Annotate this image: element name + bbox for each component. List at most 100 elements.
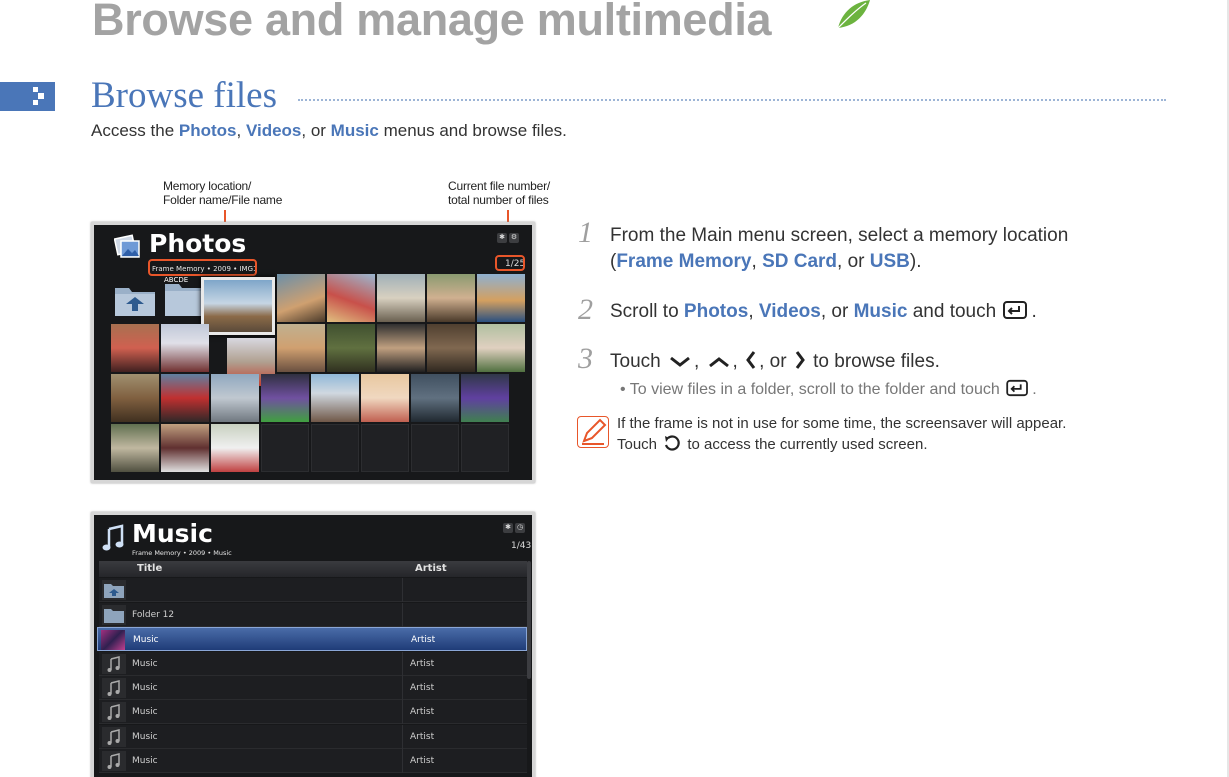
note-line1: If the frame is not in use for some time… <box>617 415 1067 432</box>
section-tab-marker <box>0 82 55 111</box>
settings-icon: ◷ <box>515 523 525 533</box>
step-3-number: 3 <box>578 342 593 375</box>
page-heading: Browse and manage multimedia <box>92 0 772 45</box>
chevron-right-icon <box>795 351 805 369</box>
callout-left-line1: Memory location/ <box>163 179 252 193</box>
callout-memory-location: Memory location/ Folder name/File name <box>163 179 282 207</box>
empty-thumb <box>311 424 359 472</box>
photo-thumb[interactable] <box>161 374 209 422</box>
intro-sep2: , or <box>301 121 331 140</box>
music-screen-title: Music <box>132 519 213 548</box>
photo-thumb[interactable] <box>261 374 309 422</box>
photo-thumb[interactable] <box>277 324 325 372</box>
step-2-music: Music <box>853 301 908 322</box>
album-art-icon <box>101 630 125 650</box>
callout-right-line1: Current file number/ <box>448 179 551 193</box>
empty-thumb <box>411 424 459 472</box>
col-divider <box>402 603 403 627</box>
photo-thumb-selected[interactable] <box>201 277 275 335</box>
callout-left-line2: Folder name/File name <box>163 193 283 207</box>
col-divider <box>402 725 403 749</box>
row-title: Music <box>132 707 158 717</box>
photo-thumb[interactable] <box>211 424 259 472</box>
step-3-post: to browse files. <box>813 351 940 372</box>
step-2-line: Scroll to Photos, Videos, or Music and t… <box>610 299 1037 324</box>
photo-thumb[interactable] <box>477 274 525 322</box>
photo-thumb[interactable] <box>161 424 209 472</box>
music-note-icon <box>102 524 124 551</box>
row-artist: Artist <box>410 659 435 669</box>
photo-thumb[interactable] <box>361 374 409 422</box>
row-title: Music <box>132 659 158 669</box>
leaf-icon <box>837 0 870 29</box>
photo-thumb[interactable] <box>427 324 475 372</box>
col-artist: Artist <box>415 563 447 574</box>
music-row[interactable]: Music Artist <box>99 700 527 724</box>
music-row[interactable]: Music Artist <box>99 652 527 676</box>
music-row-selected[interactable]: Music Artist <box>97 627 527 651</box>
step-2-sep1: , <box>748 301 759 322</box>
photo-thumb[interactable] <box>211 374 259 422</box>
note-text: If the frame is not in use for some time… <box>617 413 1066 455</box>
enter-icon <box>1003 301 1028 319</box>
row-artist: Artist <box>410 683 435 693</box>
col-divider <box>402 700 403 724</box>
step-2-post: and touch <box>907 301 997 322</box>
empty-thumb <box>261 424 309 472</box>
music-row-folder[interactable]: Folder 12 <box>99 603 527 627</box>
empty-thumb <box>361 424 409 472</box>
photos-screenshot: Photos Frame Memory • 2009 • IMG1 ✱ ⚙ 1/… <box>91 222 535 483</box>
row-artist: Artist <box>410 732 435 742</box>
row-artist: Artist <box>410 756 435 766</box>
bullet-text: • To view files in a folder, scroll to t… <box>620 381 1000 398</box>
photo-thumb[interactable] <box>111 324 159 372</box>
photo-thumb[interactable] <box>377 274 425 322</box>
photo-thumb[interactable] <box>411 374 459 422</box>
empty-thumb <box>461 424 509 472</box>
step-1-frame-memory: Frame Memory <box>616 251 752 272</box>
photo-thumb[interactable] <box>277 274 325 322</box>
photo-thumb[interactable] <box>111 374 159 422</box>
music-screen-path: Frame Memory • 2009 • Music <box>132 549 232 557</box>
step-2-end: . <box>1031 301 1037 322</box>
music-row[interactable]: Music Artist <box>99 725 527 749</box>
step-2-videos: Videos <box>758 301 821 322</box>
step-3-sep3: , or <box>759 351 787 372</box>
row-artist: Artist <box>410 707 435 717</box>
col-divider <box>402 652 403 676</box>
photo-thumb[interactable] <box>461 374 509 422</box>
intro-music: Music <box>330 121 379 140</box>
music-row[interactable]: Music Artist <box>99 676 527 700</box>
music-row[interactable]: Music Artist <box>99 749 527 773</box>
photo-thumb[interactable] <box>311 374 359 422</box>
photos-icon <box>114 234 140 258</box>
photo-thumb[interactable] <box>427 274 475 322</box>
note-pencil-icon <box>577 416 609 448</box>
folder-up-thumb[interactable] <box>111 274 159 322</box>
music-row-folder-up[interactable] <box>99 578 527 602</box>
section-marker-icon <box>33 87 44 105</box>
folder-up-icon <box>102 580 126 600</box>
photo-thumb[interactable] <box>377 324 425 372</box>
folder-up-icon <box>115 288 155 316</box>
return-icon <box>665 435 680 451</box>
music-table-header: Title Artist <box>99 561 527 577</box>
photo-thumb[interactable] <box>327 274 375 322</box>
photo-thumb[interactable] <box>477 324 525 372</box>
row-title: Music <box>133 635 159 645</box>
step-2-photos: Photos <box>683 301 749 322</box>
step-3-sep1: , <box>693 351 700 372</box>
intro-pre: Access the <box>91 121 179 140</box>
bluetooth-icon: ✱ <box>497 233 507 243</box>
intro-videos: Videos <box>245 121 302 140</box>
photo-thumb[interactable] <box>327 324 375 372</box>
row-title: Folder 12 <box>132 610 175 620</box>
photo-thumb[interactable] <box>161 324 209 372</box>
col-divider <box>402 749 403 773</box>
step-3-bullet: • To view files in a folder, scroll to t… <box>620 379 1037 399</box>
photo-thumb[interactable] <box>111 424 159 472</box>
music-scrollbar[interactable] <box>527 561 531 679</box>
folder-icon <box>102 605 126 625</box>
enter-icon <box>1006 379 1029 397</box>
note-line2-pre: Touch <box>617 436 658 453</box>
